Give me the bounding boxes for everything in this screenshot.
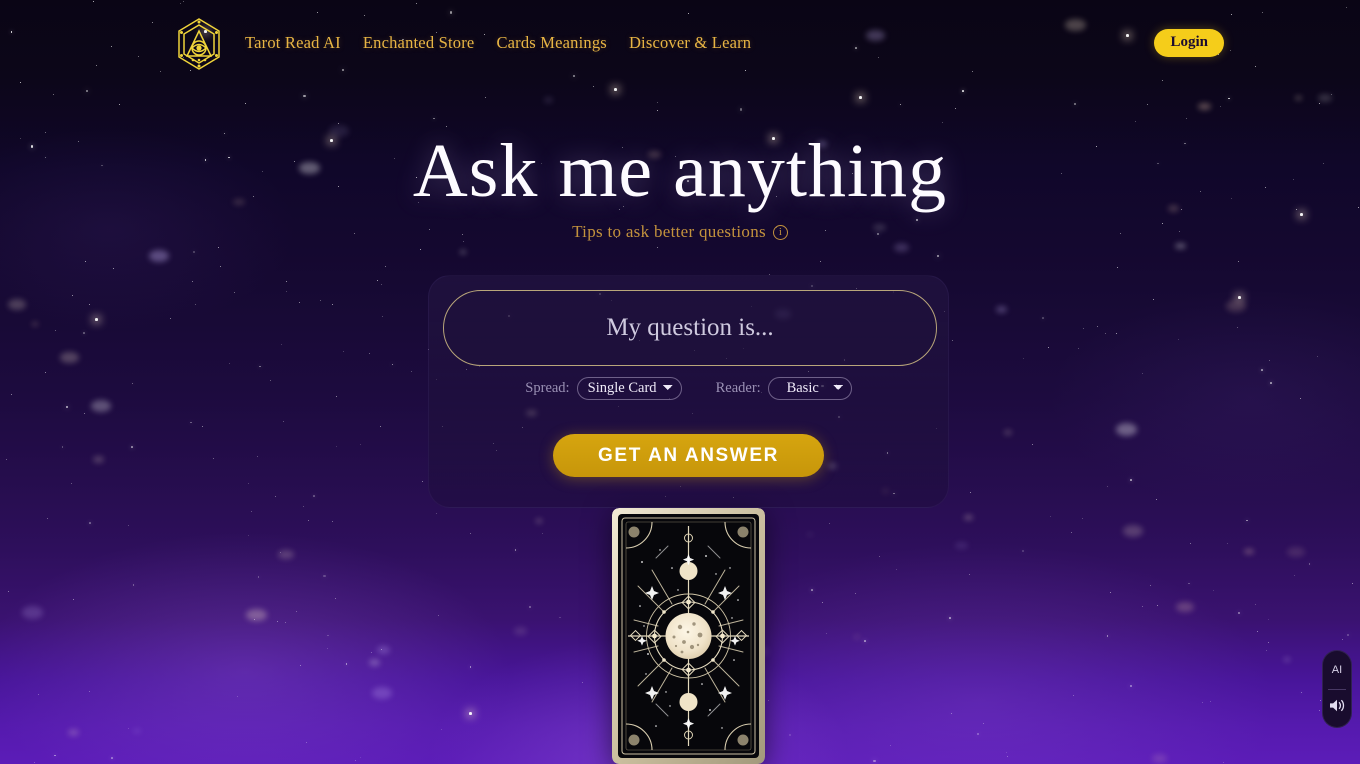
tips-link[interactable]: Tips to ask better questions i [572,222,788,242]
tarot-card-back[interactable] [612,508,765,764]
hero-section: Ask me anything Tips to ask better quest… [0,128,1360,242]
spread-select[interactable]: Single Card [576,377,682,400]
nav-link-cards-meanings[interactable]: Cards Meanings [496,33,607,53]
ai-toggle-button[interactable]: AI [1323,651,1351,689]
main-navigation: Tarot Read AI Enchanted Store Cards Mean… [245,33,751,53]
info-icon: i [772,224,788,240]
tips-label: Tips to ask better questions [572,222,766,241]
nav-link-discover-learn[interactable]: Discover & Learn [629,33,751,53]
sound-toggle-button[interactable] [1323,689,1351,727]
reader-label: Reader: [715,380,761,396]
floating-assistant-widget: AI [1322,650,1352,728]
nav-link-tarot-read-ai[interactable]: Tarot Read AI [245,33,341,53]
nav-link-enchanted-store[interactable]: Enchanted Store [363,33,475,53]
hexagram-eye-logo-icon [175,16,223,72]
page-title: Ask me anything [412,129,948,213]
reader-option-group: Reader: Basic [716,377,852,400]
speaker-icon [1329,698,1346,718]
question-input[interactable] [443,290,937,366]
spread-label: Spread: [525,380,570,396]
login-button[interactable]: Login [1154,29,1224,57]
reading-options-row: Spread: Single Card Reader: Basic [428,377,949,400]
get-an-answer-button[interactable]: GET AN ANSWER [553,434,824,477]
site-header: Tarot Read AI Enchanted Store Cards Mean… [0,0,1360,88]
spread-option-group: Spread: Single Card [525,377,682,400]
reader-select[interactable]: Basic [767,377,852,400]
site-logo-link[interactable] [175,16,223,72]
